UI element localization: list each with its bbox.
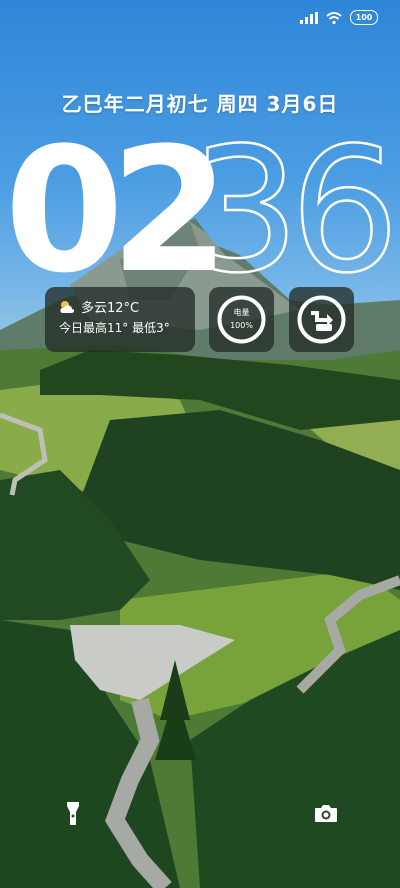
battery-widget[interactable]: 电量 100%	[209, 287, 274, 352]
wifi-icon	[326, 11, 342, 24]
clock-minute: 36	[191, 112, 390, 282]
weather-widget[interactable]: 多云12°C 今日最高11° 最低3°	[45, 287, 195, 352]
weather-forecast-text: 今日最高11° 最低3°	[59, 321, 170, 335]
flashlight-icon[interactable]	[66, 802, 80, 826]
battery-label: 电量	[233, 308, 250, 317]
app-switch-icon	[297, 295, 346, 344]
battery-percent: 100%	[230, 321, 253, 330]
battery-indicator: 100	[350, 10, 378, 25]
camera-icon[interactable]	[314, 803, 338, 823]
clock-hour: 02	[4, 112, 215, 282]
weather-condition-text: 多云12°C	[81, 301, 140, 316]
signal-bars-icon	[300, 11, 318, 24]
lock-screen: 100 乙巳年二月初七 周四 3月6日 02 36 多云12°C 今日最高11°…	[0, 0, 400, 888]
partly-cloudy-icon	[60, 300, 75, 313]
clock-display: 02 36	[4, 112, 400, 282]
battery-ring	[217, 295, 266, 344]
shortcut-widget[interactable]	[289, 287, 354, 352]
status-bar: 100	[300, 10, 378, 25]
